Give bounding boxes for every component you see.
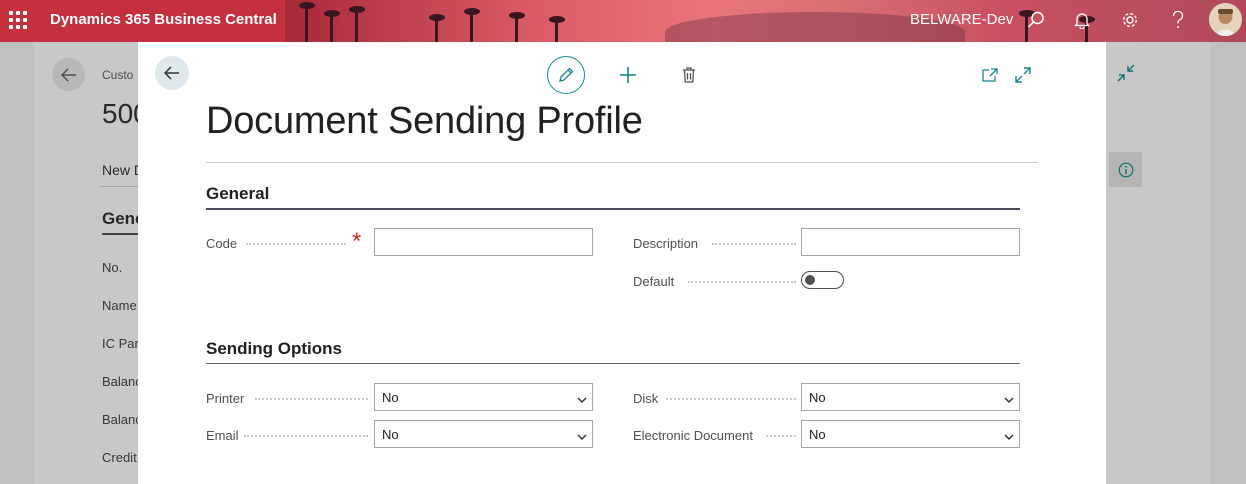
- toggle-knob: [805, 275, 815, 285]
- chevron-down-icon: [577, 429, 587, 444]
- printer-select[interactable]: No: [374, 383, 593, 411]
- app-name[interactable]: Dynamics 365 Business Central: [50, 11, 277, 28]
- app-header: Dynamics 365 Business Central BELWARE-De…: [0, 0, 1246, 42]
- printer-label: Printer: [206, 391, 245, 406]
- email-select[interactable]: No: [374, 420, 593, 448]
- chevron-down-icon: [577, 392, 587, 407]
- pencil-icon[interactable]: [547, 56, 585, 94]
- section-general-title[interactable]: General: [206, 184, 269, 204]
- chevron-down-icon: [1004, 429, 1014, 444]
- description-label: Description: [633, 236, 699, 251]
- search-icon[interactable]: [1024, 8, 1048, 32]
- section-sending-options-title[interactable]: Sending Options: [206, 339, 342, 359]
- disk-label: Disk: [633, 391, 659, 406]
- environment-name: BELWARE-Dev: [910, 11, 1014, 28]
- expand-icon[interactable]: [1011, 63, 1035, 87]
- printer-value: No: [382, 390, 399, 405]
- header-banner-image: [285, 0, 1246, 42]
- electronic-document-select[interactable]: No: [801, 420, 1020, 448]
- default-label: Default: [633, 274, 675, 289]
- chevron-down-icon: [1004, 392, 1014, 407]
- required-asterisk-icon: *: [352, 228, 362, 255]
- document-sending-profile-dialog: Document Sending Profile General Code * …: [138, 42, 1106, 484]
- avatar[interactable]: [1209, 3, 1242, 36]
- label-leader: [712, 243, 796, 245]
- code-field[interactable]: [374, 228, 593, 256]
- plus-icon[interactable]: [616, 63, 640, 87]
- label-leader: [688, 281, 796, 283]
- trash-icon[interactable]: [677, 63, 701, 87]
- email-value: No: [382, 427, 399, 442]
- default-toggle[interactable]: [801, 271, 844, 289]
- label-leader: [666, 398, 796, 400]
- section-rule: [206, 208, 1020, 210]
- email-label: Email: [206, 428, 239, 443]
- disk-select[interactable]: No: [801, 383, 1020, 411]
- section-rule: [206, 363, 1020, 364]
- page-title: Document Sending Profile: [206, 100, 643, 142]
- bell-icon[interactable]: [1070, 8, 1094, 32]
- label-leader: [244, 435, 368, 437]
- label-leader: [766, 435, 796, 437]
- divider: [206, 162, 1038, 163]
- description-field[interactable]: [801, 228, 1020, 256]
- help-icon[interactable]: [1166, 8, 1190, 32]
- label-leader: [246, 243, 346, 245]
- electronic-document-label: Electronic Document: [633, 428, 753, 443]
- code-label: Code: [206, 236, 238, 251]
- electronic-document-value: No: [809, 427, 826, 442]
- label-leader: [255, 398, 368, 400]
- gear-icon[interactable]: [1118, 8, 1142, 32]
- waffle-icon[interactable]: [9, 11, 27, 29]
- disk-value: No: [809, 390, 826, 405]
- open-in-new-window-icon[interactable]: [978, 63, 1002, 87]
- arrow-left-icon[interactable]: [155, 56, 189, 90]
